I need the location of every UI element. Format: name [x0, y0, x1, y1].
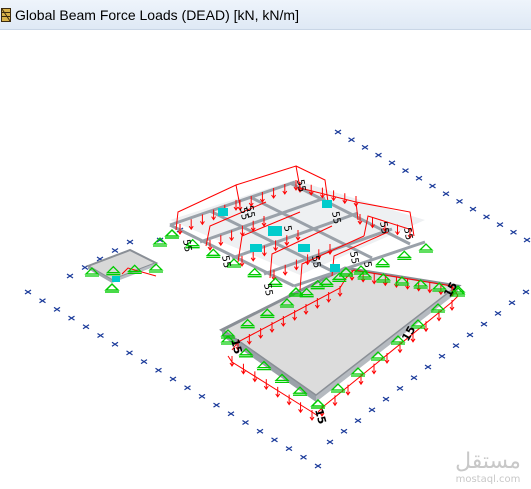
- support: [205, 248, 221, 258]
- grid-marker: [452, 343, 460, 349]
- grid-marker: [469, 206, 477, 212]
- support: [104, 283, 120, 293]
- grid-marker: [388, 160, 396, 166]
- grid-marker: [256, 428, 264, 434]
- support: [375, 257, 391, 268]
- grid-marker: [111, 341, 119, 347]
- grid-marker: [402, 168, 409, 174]
- grid-marker: [334, 129, 342, 135]
- support: [152, 237, 168, 247]
- model-drawing[interactable]: 55 55 55 55 55 5 55 55 55 55 55 55 5 15 …: [0, 30, 531, 489]
- grid-marker: [111, 248, 119, 253]
- load-label-core-e: 55: [377, 221, 390, 235]
- grid-marker: [382, 396, 390, 402]
- watermark-arabic: مستقل: [455, 449, 521, 474]
- grid-markers: [24, 129, 531, 469]
- grid-marker: [480, 321, 488, 327]
- grid-marker: [68, 315, 75, 321]
- grid-marker: [340, 428, 348, 434]
- grid-marker: [314, 463, 322, 469]
- load-label-core-i: 55: [309, 255, 322, 269]
- grid-marker: [53, 306, 61, 312]
- load-label-core-g: 55: [219, 255, 232, 269]
- load-label-core-a: 55: [180, 239, 193, 253]
- load-label-core-l: 55: [401, 227, 414, 241]
- grid-marker: [456, 198, 463, 204]
- grid-marker: [184, 385, 191, 391]
- grid-marker: [523, 237, 531, 243]
- load-label-core-k: 55: [243, 205, 256, 219]
- grid-marker: [483, 214, 490, 220]
- grid-marker: [300, 454, 307, 460]
- grid-marker: [368, 407, 376, 413]
- load-label-slab-corner: 5: [361, 261, 373, 269]
- grid-marker: [39, 298, 46, 304]
- grid-marker: [169, 376, 177, 382]
- grid-marker: [522, 289, 530, 295]
- load-label-core-d: 55: [329, 211, 342, 225]
- small-slab: [85, 248, 159, 283]
- support: [418, 243, 434, 253]
- load-arrow: [332, 395, 338, 407]
- grid-marker: [354, 418, 362, 424]
- watermark-latin: mostaql.com: [456, 474, 521, 485]
- load-arrow: [252, 371, 258, 383]
- grid-marker: [155, 367, 162, 373]
- sap-structure-icon: [1, 7, 11, 22]
- grid-marker: [415, 175, 423, 181]
- grid-marker: [510, 229, 517, 235]
- grid-marker: [285, 446, 293, 452]
- load-arrow: [449, 300, 455, 311]
- grid-marker: [429, 183, 436, 189]
- load-label-core-c: 55: [294, 179, 307, 193]
- model-viewport[interactable]: 55 55 55 55 55 5 55 55 55 55 55 55 5 15 …: [0, 30, 531, 489]
- grid-marker: [271, 437, 278, 443]
- grid-marker: [508, 300, 516, 306]
- grid-marker: [494, 310, 502, 316]
- grid-marker: [361, 144, 369, 150]
- grid-marker: [198, 393, 206, 399]
- grid-marker: [126, 350, 133, 356]
- watermark: مستقل mostaql.com: [455, 449, 521, 485]
- grid-marker: [242, 420, 249, 425]
- grid-marker: [375, 152, 382, 158]
- load-label-slab-bottom: 15: [312, 407, 329, 425]
- support: [396, 250, 412, 260]
- grid-marker: [24, 289, 32, 295]
- grid-marker: [424, 364, 432, 370]
- load-arrow: [229, 356, 235, 367]
- support: [164, 229, 180, 239]
- grid-marker: [82, 324, 90, 330]
- grid-marker: [396, 385, 404, 391]
- window-titlebar: Global Beam Force Loads (DEAD) [kN, kN/m…: [0, 0, 531, 30]
- grid-marker: [442, 191, 450, 197]
- load-arrow: [371, 363, 377, 375]
- grid-marker: [66, 273, 74, 279]
- load-arrow: [345, 384, 351, 396]
- grid-marker: [126, 239, 134, 245]
- window-title: Global Beam Force Loads (DEAD) [kN, kN/m…: [15, 6, 299, 23]
- load-label-core-j: 55: [347, 251, 360, 265]
- load-arrow: [286, 394, 292, 406]
- grid-marker: [466, 332, 474, 338]
- load-label-core-h: 55: [261, 283, 274, 297]
- load-label-slab-left: 15: [228, 337, 245, 355]
- grid-marker: [213, 402, 220, 408]
- grid-marker: [227, 411, 235, 417]
- grid-marker: [410, 375, 418, 381]
- grid-marker: [496, 222, 504, 228]
- grid-marker: [438, 353, 446, 359]
- grid-marker: [97, 333, 104, 338]
- load-arrow: [384, 353, 390, 364]
- grid-marker: [326, 439, 334, 445]
- grid-marker: [348, 137, 355, 143]
- grid-marker: [140, 359, 148, 365]
